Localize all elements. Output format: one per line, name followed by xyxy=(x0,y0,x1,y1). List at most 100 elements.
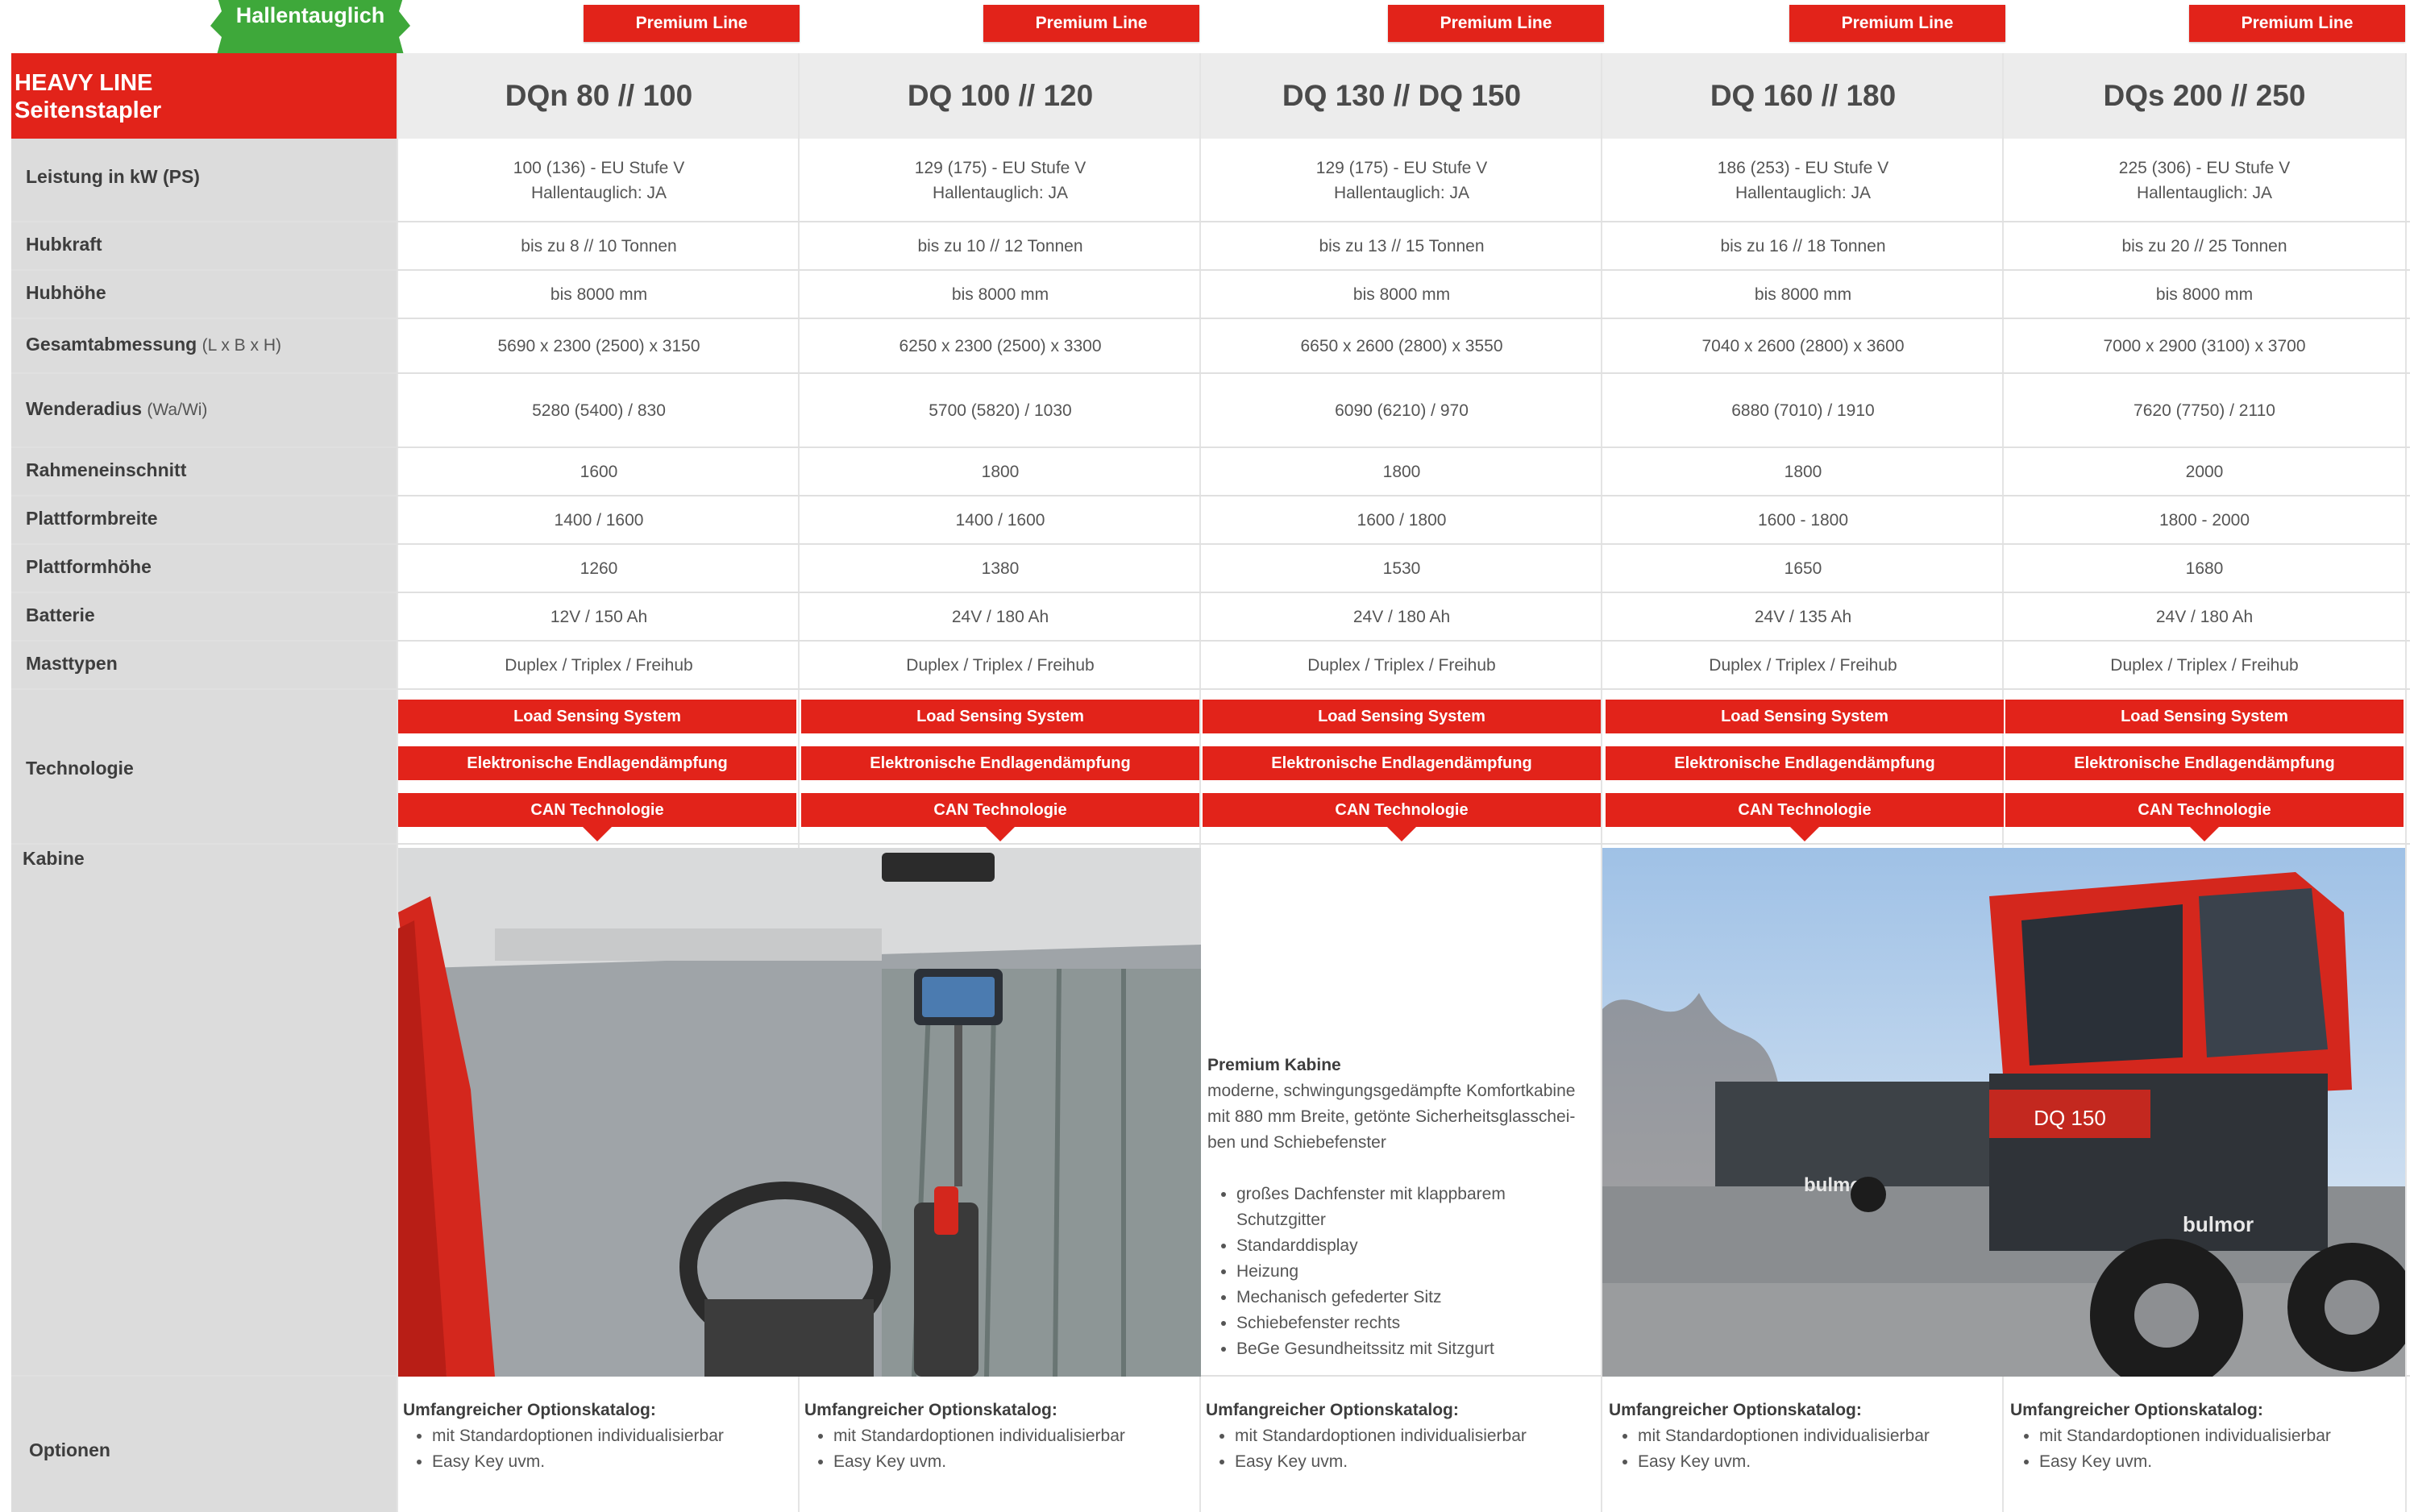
row-label-wenderadius: Wenderadius (Wa/Wi) xyxy=(26,398,208,419)
table-cell: Duplex / Triplex / Freihub xyxy=(1709,655,1897,675)
table-cell: 6880 (7010) / 1910 xyxy=(1731,401,1875,420)
list-item: mit Standardoptionen individualisierbar xyxy=(1638,1423,1988,1449)
arrow-down-icon xyxy=(1790,827,1819,841)
options-block-3: Umfangreicher Optionskatalog: mit Standa… xyxy=(1206,1398,1585,1475)
list-item: mit Standardoptionen individualisierbar xyxy=(2039,1423,2389,1449)
table-cell: 186 (253) - EU Stufe V Hallentauglich: JA xyxy=(1717,159,1889,202)
table-cell: Duplex / Triplex / Freihub xyxy=(2110,655,2299,675)
row-label-masttypen: Masttypen xyxy=(26,653,118,674)
list-item: Easy Key uvm. xyxy=(1638,1449,1988,1475)
list-item: mit Standardoptionen individualisierbar xyxy=(432,1423,782,1449)
truck-exterior-photo: DQ 150 bulmor bulmor xyxy=(1602,848,2405,1377)
header-line-1: HEAVY LINE xyxy=(15,70,153,96)
tech-load-sensing: Load Sensing System xyxy=(1606,700,2004,733)
kabine-description: Premium Kabine moderne, schwingungsgedäm… xyxy=(1207,1053,1594,1362)
row-label-batterie: Batterie xyxy=(26,604,95,625)
premium-line-tab-4: Premium Line xyxy=(1789,5,2005,42)
premium-line-tab-3: Premium Line xyxy=(1388,5,1604,42)
table-cell: 1600 / 1800 xyxy=(1357,510,1447,530)
tech-can: CAN Technologie xyxy=(1606,793,2004,841)
arrow-down-icon xyxy=(1387,827,1416,841)
kabine-description-text: moderne, schwingungsgedämpfte Komfortkab… xyxy=(1207,1082,1576,1152)
truck-model-label: DQ 150 xyxy=(2034,1106,2106,1130)
column-divider xyxy=(2405,53,2407,1512)
row-label-leistung: Leistung in kW (PS) xyxy=(26,166,200,187)
table-cell: bis 8000 mm xyxy=(550,285,648,304)
model-header-3: DQ 130 // DQ 150 xyxy=(1201,53,1602,139)
table-cell: 6250 x 2300 (2500) x 3300 xyxy=(899,336,1102,355)
table-cell: 1380 xyxy=(981,559,1020,578)
list-item: mit Standardoptionen individualisierbar xyxy=(1235,1423,1585,1449)
tech-load-sensing: Load Sensing System xyxy=(1203,700,1601,733)
table-cell: 1400 / 1600 xyxy=(955,510,1045,530)
tech-load-sensing: Load Sensing System xyxy=(2005,700,2404,733)
table-cell: 1400 / 1600 xyxy=(554,510,644,530)
table-cell: 100 (136) - EU Stufe V Hallentauglich: JA xyxy=(513,159,685,202)
table-header-title: HEAVY LINE Seitenstapler xyxy=(15,69,161,124)
row-divider xyxy=(11,843,2410,845)
tech-endlagendaempfung: Elektronische Endlagendämpfung xyxy=(398,746,796,780)
options-block-5: Umfangreicher Optionskatalog: mit Standa… xyxy=(2010,1398,2389,1475)
table-cell: 1260 xyxy=(580,559,618,578)
tech-load-sensing: Load Sensing System xyxy=(801,700,1199,733)
table-cell: 225 (306) - EU Stufe V Hallentauglich: JA xyxy=(2118,159,2291,202)
kabine-feature-list: großes Dachfenster mit klappbarem Schutz… xyxy=(1207,1182,1594,1362)
tech-endlagendaempfung: Elektronische Endlagendämpfung xyxy=(1203,746,1601,780)
table-cell: 7620 (7750) / 2110 xyxy=(2134,401,2275,420)
row-label-hubkraft: Hubkraft xyxy=(26,234,102,255)
row-divider xyxy=(11,688,2410,690)
tech-load-sensing: Load Sensing System xyxy=(398,700,796,733)
list-item: Easy Key uvm. xyxy=(432,1449,782,1475)
row-label-optionen: Optionen xyxy=(29,1439,110,1460)
arrow-down-icon xyxy=(583,827,612,841)
table-cell: 24V / 180 Ah xyxy=(1352,607,1451,626)
model-header-4: DQ 160 // 180 xyxy=(1602,53,2004,139)
table-cell: 5700 (5820) / 1030 xyxy=(929,401,1072,420)
table-cell: 1600 xyxy=(580,462,618,481)
list-item: Easy Key uvm. xyxy=(833,1449,1183,1475)
table-cell: 7040 x 2600 (2800) x 3600 xyxy=(1701,336,1905,355)
table-cell: bis 8000 mm xyxy=(1352,285,1451,304)
list-item: mit Standardoptionen individualisierbar xyxy=(833,1423,1183,1449)
table-cell: 129 (175) - EU Stufe V Hallentauglich: JA xyxy=(1315,159,1488,202)
premium-line-tab-5: Premium Line xyxy=(2189,5,2405,42)
row-label-rahmeneinschnitt: Rahmeneinschnitt xyxy=(26,459,187,480)
badge-text: Hallentauglich xyxy=(236,3,385,27)
tech-endlagendaempfung: Elektronische Endlagendämpfung xyxy=(1606,746,2004,780)
model-header-2: DQ 100 // 120 xyxy=(800,53,1201,139)
list-item: Heizung xyxy=(1236,1259,1594,1285)
table-cell: 6090 (6210) / 970 xyxy=(1335,401,1469,420)
table-cell: 6650 x 2600 (2800) x 3550 xyxy=(1300,336,1503,355)
tech-can: CAN Technologie xyxy=(801,793,1199,841)
table-cell: 24V / 135 Ah xyxy=(1754,607,1852,626)
table-cell: 1680 xyxy=(2185,559,2224,578)
table-cell: bis zu 13 // 15 Tonnen xyxy=(1319,236,1485,255)
table-cell: bis 8000 mm xyxy=(2155,285,2254,304)
list-item: Easy Key uvm. xyxy=(2039,1449,2389,1475)
list-item: Schiebefenster rechts xyxy=(1236,1311,1594,1336)
table-cell: 1800 - 2000 xyxy=(2158,510,2250,530)
header-line-2: Seitenstapler xyxy=(15,98,162,123)
table-cell: 1600 - 1800 xyxy=(1757,510,1849,530)
model-header-1: DQn 80 // 100 xyxy=(398,53,800,139)
row-label-plattformbreite: Plattformbreite xyxy=(26,508,158,529)
table-cell: 1800 xyxy=(1382,462,1421,481)
list-item: großes Dachfenster mit klappbarem Schutz… xyxy=(1236,1182,1594,1233)
table-cell: Duplex / Triplex / Freihub xyxy=(505,655,693,675)
table-cell: 1800 xyxy=(1784,462,1822,481)
table-cell: bis zu 10 // 12 Tonnen xyxy=(917,236,1083,255)
table-cell: bis zu 16 // 18 Tonnen xyxy=(1720,236,1886,255)
table-cell: 5690 x 2300 (2500) x 3150 xyxy=(497,336,700,355)
model-header-5: DQs 200 // 250 xyxy=(2004,53,2405,139)
list-item: Easy Key uvm. xyxy=(1235,1449,1585,1475)
table-cell: 1530 xyxy=(1382,559,1421,578)
table-cell: 129 (175) - EU Stufe V Hallentauglich: JA xyxy=(914,159,1087,202)
tech-can: CAN Technologie xyxy=(2005,793,2404,841)
table-cell: 1800 xyxy=(981,462,1020,481)
row-label-gesamtabmessung: Gesamtabmessung (L x B x H) xyxy=(26,334,281,355)
table-cell: bis zu 8 // 10 Tonnen xyxy=(521,236,677,255)
table-cell: Duplex / Triplex / Freihub xyxy=(906,655,1095,675)
arrow-down-icon xyxy=(986,827,1015,841)
row-label-technologie: Technologie xyxy=(26,758,134,779)
table-cell: 12V / 150 Ah xyxy=(550,607,648,626)
